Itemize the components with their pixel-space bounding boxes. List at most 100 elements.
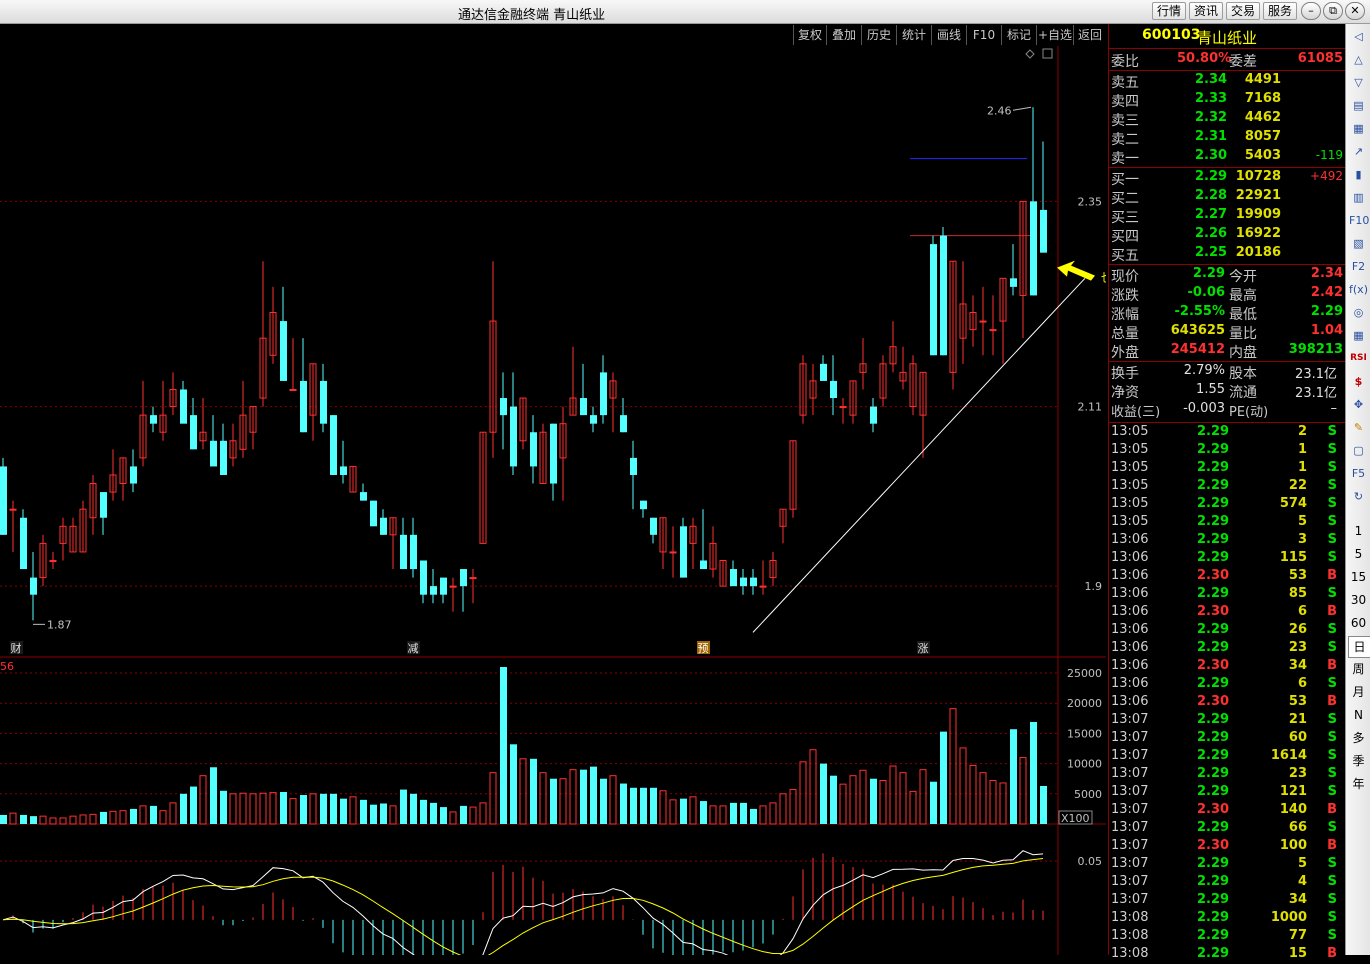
candlestick: [220, 423, 227, 475]
table-icon[interactable]: ▥: [1349, 189, 1368, 206]
ask-row[interactable]: 卖四 2.33 7168: [1109, 91, 1345, 110]
high-price-pointer: [1012, 106, 1032, 111]
period-2-button[interactable]: 5: [1348, 544, 1369, 564]
volume-bar: [879, 780, 887, 825]
window-icon[interactable]: ▦: [1349, 327, 1368, 344]
toolbar-history-button[interactable]: 历史: [861, 25, 896, 45]
candlestick: [39, 534, 47, 587]
dollar-icon[interactable]: $: [1349, 373, 1368, 390]
toolbar-f10-button[interactable]: F10: [966, 25, 1001, 45]
candle-body: [830, 380, 837, 399]
candlestick: [269, 286, 277, 364]
tick-volume: 574: [1279, 496, 1307, 511]
volume-bar: [849, 775, 857, 825]
volume-bar: [449, 811, 457, 825]
period-10-button[interactable]: 多: [1348, 728, 1369, 748]
volume-bar: [150, 805, 157, 824]
tick-side: S: [1327, 460, 1337, 475]
tick-time: 13:07: [1111, 712, 1149, 727]
restore-button[interactable]: ⧉: [1323, 2, 1343, 20]
candlestick: [119, 457, 127, 501]
tick-row: 13:05 2.29 22 S: [1109, 478, 1345, 496]
menu-trade[interactable]: 交易: [1226, 2, 1260, 20]
candle-body: [600, 372, 607, 416]
back-icon[interactable]: ◁: [1349, 28, 1368, 45]
tick-row: 13:06 2.29 26 S: [1109, 622, 1345, 640]
toolbar-fuquan-button[interactable]: 复权: [793, 25, 826, 45]
bid-row[interactable]: 买三 2.27 19909: [1109, 207, 1345, 226]
menu-market[interactable]: 行情: [1152, 2, 1186, 20]
stat-value: -2.55%: [1174, 304, 1226, 319]
menu-news[interactable]: 资讯: [1189, 2, 1223, 20]
close-button[interactable]: ✕: [1345, 2, 1365, 20]
toolbar-draw-button[interactable]: 画线: [931, 25, 966, 45]
tick-volume: 5: [1297, 856, 1307, 871]
candle-body: [979, 320, 987, 323]
candle-body: [510, 406, 517, 467]
line-chart-icon[interactable]: ↗: [1349, 143, 1368, 160]
period-7-button[interactable]: 周: [1348, 659, 1369, 679]
tick-time: 13:08: [1111, 946, 1149, 961]
ask-row[interactable]: 卖一 2.30 5403 -119: [1109, 148, 1345, 167]
pencil-icon[interactable]: ✎: [1349, 419, 1368, 436]
toolbar-back-button[interactable]: 返回: [1073, 25, 1106, 45]
tick-row: 13:06 2.29 85 S: [1109, 586, 1345, 604]
ask-row[interactable]: 卖五 2.34 4491: [1109, 72, 1345, 91]
menu-service[interactable]: 服务: [1263, 2, 1297, 20]
period-4-button[interactable]: 30: [1348, 590, 1369, 610]
candle-body: [759, 585, 767, 588]
period-1-button[interactable]: 1: [1348, 521, 1369, 541]
candle-body: [820, 363, 827, 381]
minimize-button[interactable]: –: [1301, 2, 1321, 20]
tick-side: S: [1327, 424, 1337, 439]
grid-icon[interactable]: ▦: [1349, 120, 1368, 137]
toolbar-overlay-button[interactable]: 叠加: [826, 25, 861, 45]
toolbar-stats-button[interactable]: 统计: [896, 25, 931, 45]
period-9-button[interactable]: N: [1348, 705, 1369, 725]
bar-chart-icon[interactable]: ▮: [1349, 166, 1368, 183]
period-6-button[interactable]: 日: [1348, 636, 1370, 658]
bid-row[interactable]: 买一 2.29 10728 +492: [1109, 169, 1345, 188]
period-12-button[interactable]: 年: [1348, 774, 1369, 794]
ask-row[interactable]: 卖二 2.31 8057: [1109, 129, 1345, 148]
move-icon[interactable]: ✥: [1349, 396, 1368, 413]
tick-price: 2.29: [1197, 496, 1230, 511]
target-icon[interactable]: ◎: [1349, 304, 1368, 321]
tick-side: B: [1327, 946, 1337, 961]
period-8-button[interactable]: 月: [1348, 682, 1369, 702]
period-11-button[interactable]: 季: [1348, 751, 1369, 771]
event-marker-label: 减: [408, 642, 419, 655]
rsi-icon[interactable]: RSI: [1349, 350, 1368, 367]
ask-row[interactable]: 卖三 2.32 4462: [1109, 110, 1345, 129]
tick-time: 13:06: [1111, 586, 1149, 601]
formula-icon[interactable]: f(x): [1349, 281, 1368, 298]
f5-icon[interactable]: F5: [1349, 465, 1368, 482]
bid-row[interactable]: 买二 2.28 22921: [1109, 188, 1345, 207]
volume-bar: [719, 805, 727, 825]
bid-row[interactable]: 买五 2.25 20186: [1109, 245, 1345, 264]
bid-row[interactable]: 买四 2.26 16922: [1109, 226, 1345, 245]
candlestick: [500, 372, 507, 450]
down-icon[interactable]: ▽: [1349, 74, 1368, 91]
box-icon[interactable]: ▢: [1349, 442, 1368, 459]
tick-row: 13:06 2.29 3 S: [1109, 532, 1345, 550]
tick-side: B: [1327, 568, 1337, 583]
period-5-button[interactable]: 60: [1348, 613, 1369, 633]
candlestick: [449, 577, 457, 612]
tick-side: S: [1327, 550, 1337, 565]
volume-bar: [259, 792, 267, 825]
period-3-button[interactable]: 15: [1348, 567, 1369, 587]
f2-icon[interactable]: F2: [1349, 258, 1368, 275]
volume-bar: [400, 789, 407, 824]
up-icon[interactable]: △: [1349, 51, 1368, 68]
list-icon[interactable]: ▤: [1349, 97, 1368, 114]
toolbar-mark-button[interactable]: 标记: [1001, 25, 1036, 45]
data-icon[interactable]: ▧: [1349, 235, 1368, 252]
toolbar-add-watchlist-button[interactable]: +自选: [1036, 25, 1073, 45]
annotation-arrow-icon: [1057, 260, 1095, 281]
kline-chart[interactable]: 2.35 2.11 1.9 2.46 1.87 也快击穿止损了 56 25000 20000…: [0, 46, 1106, 955]
candle-body: [9, 508, 17, 511]
candlestick: [759, 560, 767, 595]
refresh-icon[interactable]: ↻: [1349, 488, 1368, 505]
f10-icon[interactable]: F10: [1349, 212, 1369, 229]
